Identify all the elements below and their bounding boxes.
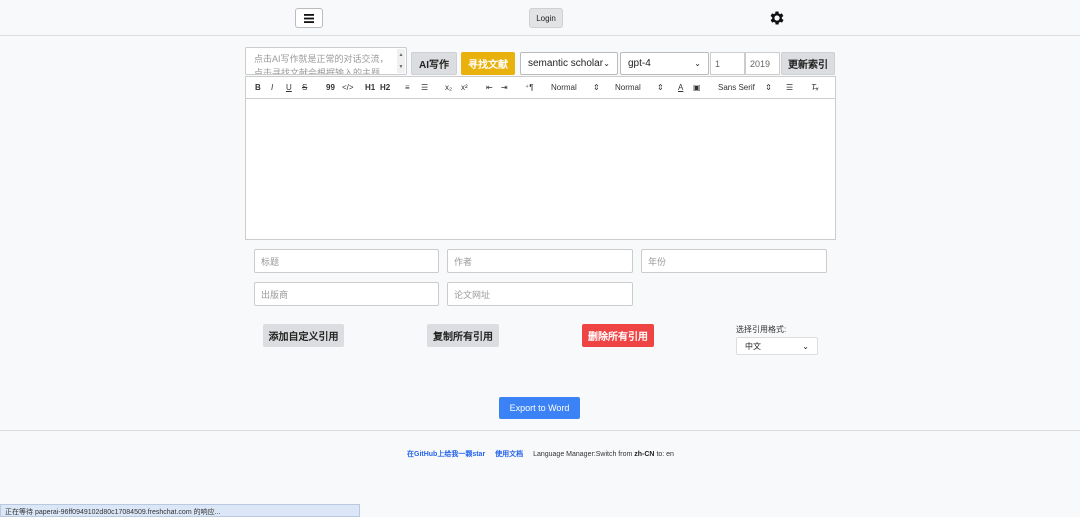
- editor-area[interactable]: [245, 99, 836, 240]
- add-custom-reference-button[interactable]: 添加自定义引用: [263, 324, 344, 347]
- font-select-value: Sans Serif: [718, 83, 755, 92]
- find-references-button[interactable]: 寻找文献: [461, 52, 515, 75]
- header-select[interactable]: Normal ⇕: [615, 82, 664, 94]
- github-star-link[interactable]: 在GitHub上给我一颗star: [407, 451, 485, 458]
- cite-format-label: 选择引用格式:: [736, 325, 787, 334]
- ai-write-button[interactable]: AI写作: [411, 52, 457, 75]
- hamburger-menu-icon: [304, 13, 314, 23]
- header-select-value: Normal: [615, 83, 641, 92]
- cite-format-select[interactable]: 中文 ⌄: [736, 337, 818, 355]
- bullet-list-icon[interactable]: ☰: [421, 82, 428, 94]
- hamburger-menu-button[interactable]: [295, 8, 323, 28]
- updown-icon: ⇕: [765, 83, 772, 92]
- superscript-button[interactable]: x²: [461, 82, 468, 94]
- subscript-button[interactable]: x₂: [445, 82, 452, 94]
- updown-icon: ⇕: [593, 83, 600, 92]
- indent-icon[interactable]: ⇥: [501, 82, 508, 94]
- align-icon[interactable]: ☰: [786, 82, 793, 94]
- textarea-scrollbar[interactable]: ▲ ▼: [397, 49, 405, 73]
- model-select[interactable]: gpt-4 ⌄: [620, 52, 709, 75]
- text-direction-button[interactable]: ⁺¶: [525, 82, 534, 94]
- gear-icon[interactable]: [768, 9, 786, 27]
- author-input[interactable]: 作者: [447, 249, 633, 273]
- source-select[interactable]: semantic scholar ⌄: [520, 52, 618, 75]
- editor-toolbar: B I U S 99 </> H1 H2 ≡ ☰ x₂ x² ⇤ ⇥ ⁺¶ No…: [245, 76, 836, 99]
- blockquote-button[interactable]: 99: [326, 82, 335, 94]
- docs-link[interactable]: 使用文档: [495, 451, 523, 458]
- title-input[interactable]: 标题: [254, 249, 439, 273]
- chevron-down-icon: ⌄: [694, 59, 701, 68]
- year-field[interactable]: 年份: [641, 249, 827, 273]
- count-input[interactable]: 1: [710, 52, 745, 75]
- browser-status-bar: 正在等待 paperai-96ff0949102d80c17084509.fre…: [0, 504, 360, 517]
- language-from: zh-CN: [634, 451, 655, 458]
- copy-all-references-button[interactable]: 复制所有引用: [427, 324, 499, 347]
- outdent-icon[interactable]: ⇤: [486, 82, 493, 94]
- size-select[interactable]: Normal ⇕: [551, 82, 600, 94]
- size-select-value: Normal: [551, 83, 577, 92]
- footer-links: 在GitHub上给我一颗star 使用文档 Language Manager:S…: [407, 449, 674, 459]
- delete-all-references-button[interactable]: 删除所有引用: [582, 324, 654, 347]
- top-navbar: Login: [0, 0, 1080, 36]
- code-block-button[interactable]: </>: [342, 82, 354, 94]
- heading1-button[interactable]: H1: [365, 82, 375, 94]
- text-color-icon[interactable]: A: [678, 82, 683, 94]
- italic-button[interactable]: I: [271, 82, 273, 94]
- heading2-button[interactable]: H2: [380, 82, 390, 94]
- year-input[interactable]: 2019: [745, 52, 780, 75]
- bold-button[interactable]: B: [255, 82, 261, 94]
- ordered-list-icon[interactable]: ≡: [405, 82, 410, 94]
- clear-format-icon[interactable]: T̶ₓ: [811, 82, 819, 94]
- updown-icon: ⇕: [657, 83, 664, 92]
- chevron-down-icon: ⌄: [802, 341, 809, 351]
- background-color-icon[interactable]: ▣: [693, 82, 701, 94]
- publisher-input[interactable]: 出版商: [254, 282, 439, 306]
- prompt-textarea[interactable]: 点击AI写作就是正常的对话交流，点击寻找文献会根据输入的主题 ▲ ▼: [245, 47, 407, 75]
- language-to: to: en: [656, 451, 674, 458]
- login-button[interactable]: Login: [529, 8, 563, 28]
- chevron-down-icon: ⌄: [603, 59, 610, 68]
- export-to-word-button[interactable]: Export to Word: [499, 397, 580, 419]
- update-index-button[interactable]: 更新索引: [781, 52, 835, 75]
- url-input[interactable]: 论文网址: [447, 282, 633, 306]
- source-select-value: semantic scholar: [528, 58, 604, 69]
- model-select-value: gpt-4: [628, 58, 651, 69]
- underline-button[interactable]: U: [286, 82, 292, 94]
- strike-button[interactable]: S: [302, 82, 307, 94]
- language-manager-text: Language Manager:Switch from: [533, 451, 633, 458]
- font-select[interactable]: Sans Serif ⇕: [718, 82, 772, 94]
- prompt-placeholder: 点击AI写作就是正常的对话交流，点击寻找文献会根据输入的主题: [254, 54, 389, 75]
- cite-format-value: 中文: [745, 341, 761, 351]
